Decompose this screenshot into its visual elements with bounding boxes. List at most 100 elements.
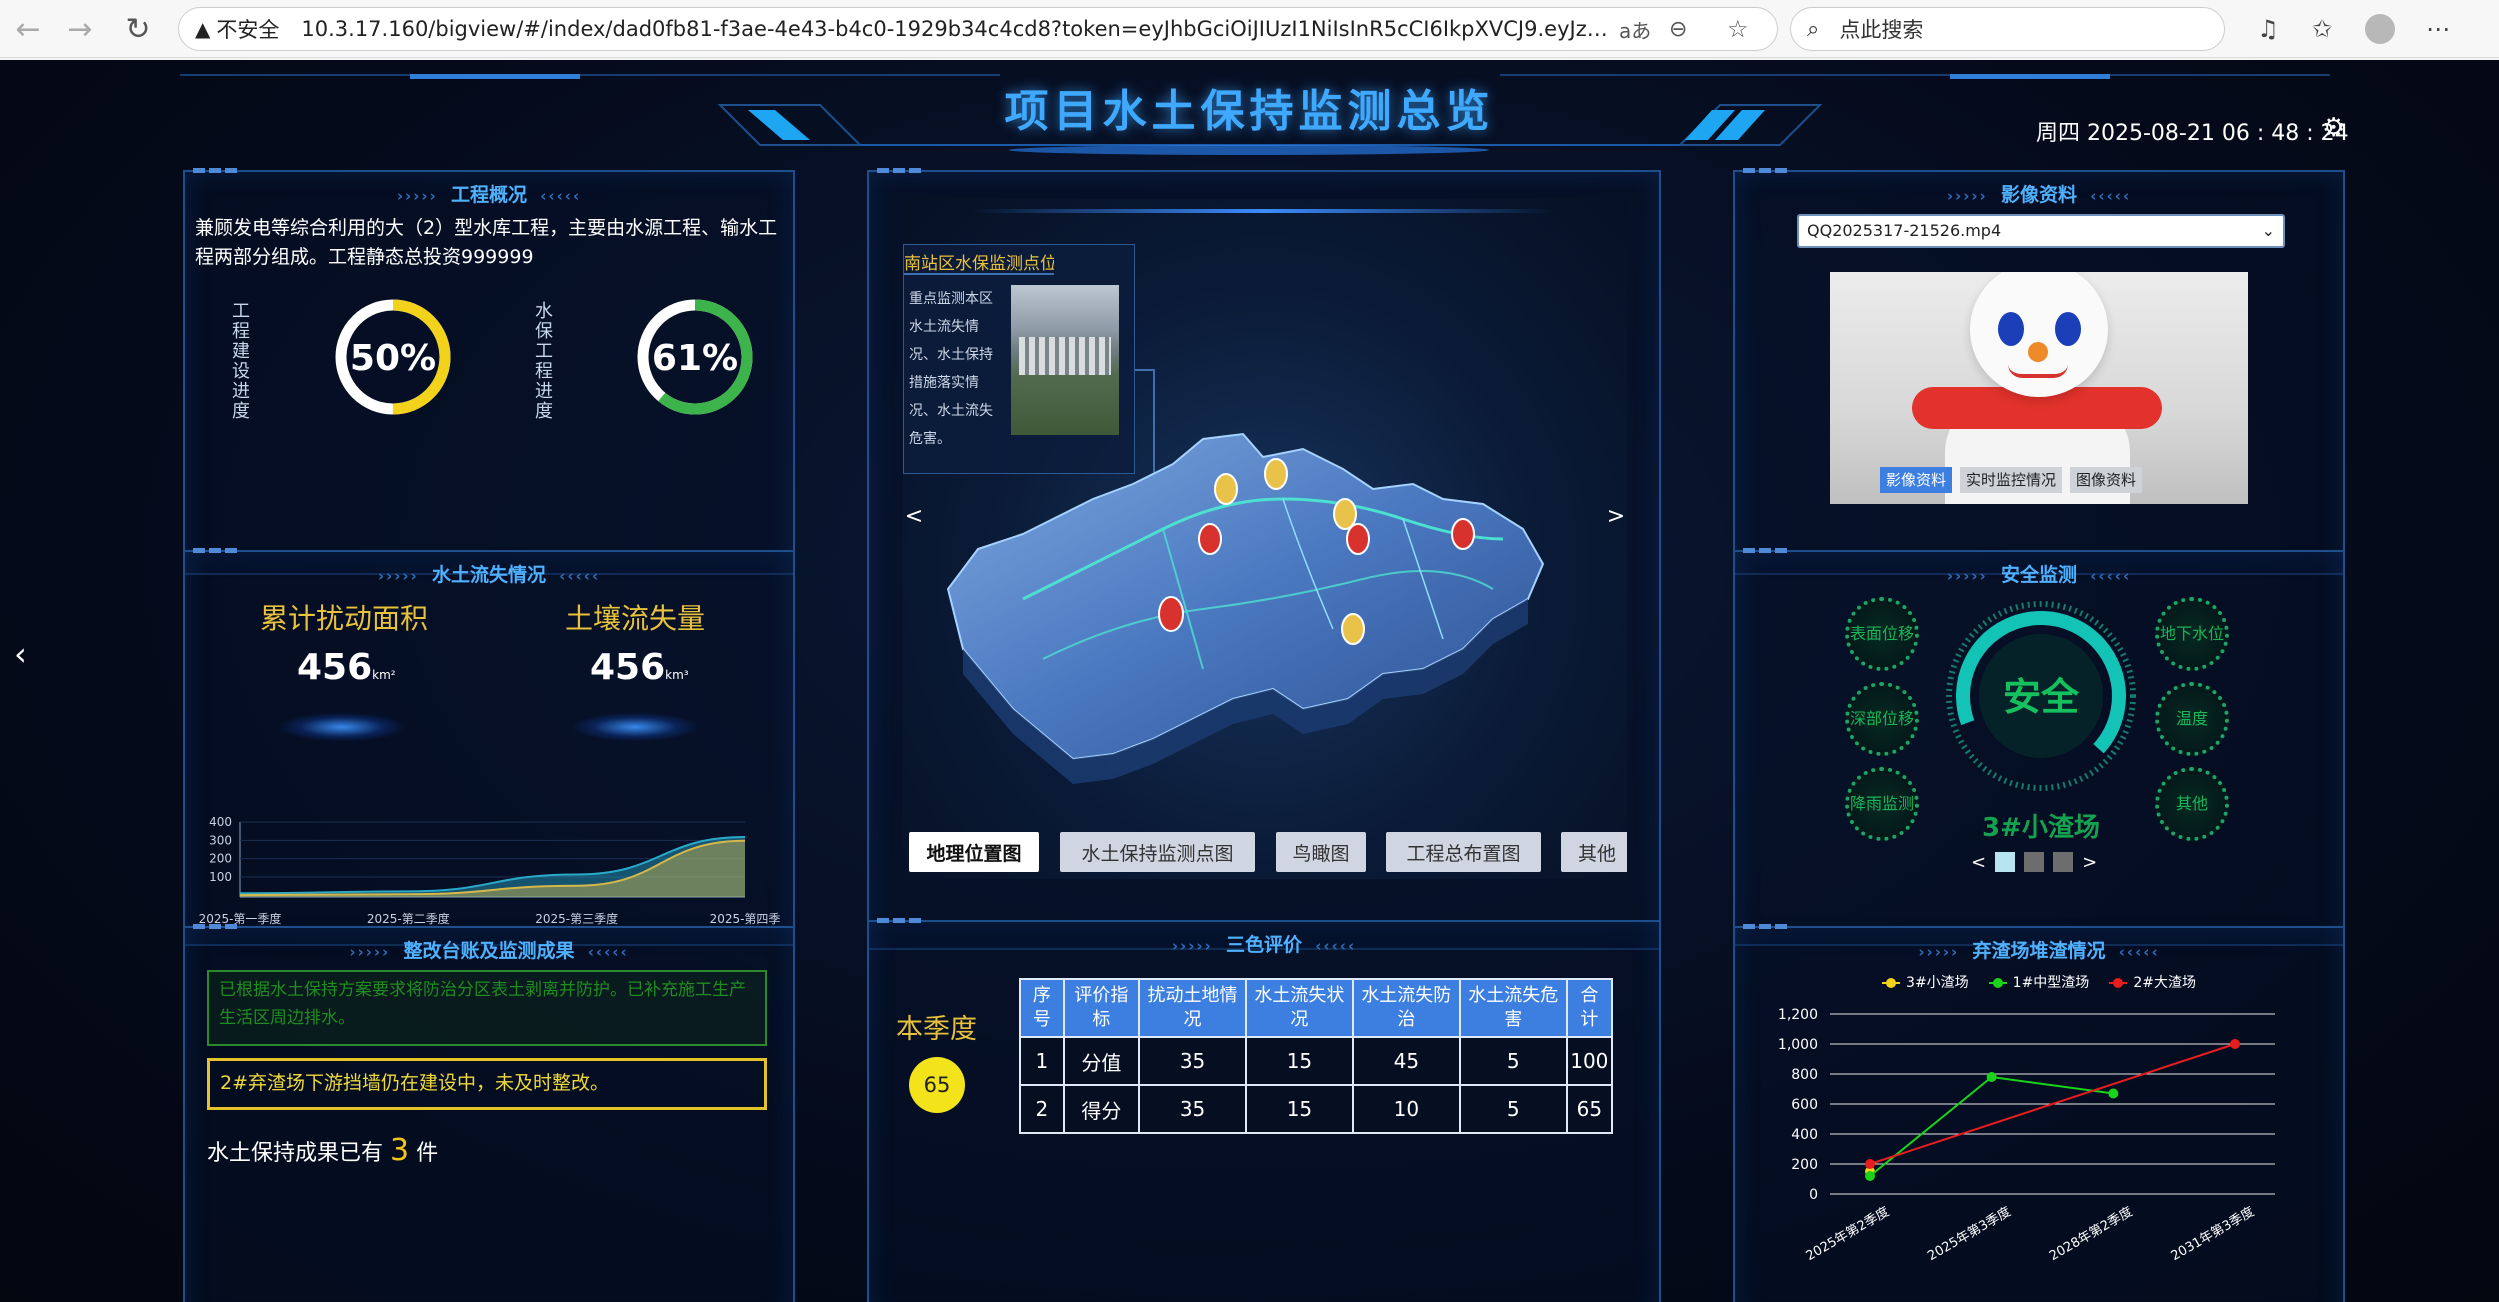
pager-dot-active[interactable] — [1995, 852, 2016, 872]
soil-loss-amount-value: 456km³ — [590, 647, 689, 688]
legend-label: 3#小渣场 — [1906, 975, 1969, 991]
rectify-notice-done: 已根据水土保持方案要求将防治分区表土剥离并防护。已补充施工生产生活区周边排水。 — [207, 970, 767, 1046]
result-count: 3 — [390, 1133, 410, 1168]
more-icon[interactable]: ⋯ — [2418, 9, 2458, 49]
construction-progress-value: 50% — [350, 338, 436, 379]
pager-dot[interactable] — [2053, 852, 2074, 872]
safety-item-deep-displacement[interactable]: 深部位移 — [1845, 682, 1919, 756]
legend-item[interactable]: 2#大渣场 — [2109, 975, 2196, 991]
media-panel: ››››› 影像资料 ‹‹‹‹‹ QQ2025317-21526.mp4 ⌄ 影… — [1733, 168, 2345, 575]
safety-site-name: 3#小渣场 — [1982, 813, 2100, 843]
spoil-title: 弃渣场堆渣情况 — [1972, 940, 2106, 962]
media-file-select[interactable]: QQ2025317-21526.mp4 ⌄ — [1797, 214, 2285, 248]
y-tick-label: 0 — [1809, 1187, 1818, 1203]
tab-media[interactable]: 影像资料 — [1880, 467, 1953, 493]
disturbed-area-unit: km² — [372, 668, 396, 682]
table-cell: 1 — [1019, 1036, 1065, 1086]
data-point — [2230, 1039, 2240, 1049]
y-tick-label: 1,200 — [1778, 1007, 1818, 1023]
back-icon[interactable]: ← — [4, 5, 52, 53]
tab-live-monitor[interactable]: 实时监控情况 — [1960, 467, 2063, 493]
safety-item-rainfall[interactable]: 降雨监测 — [1845, 767, 1919, 841]
result-summary: 水土保持成果已有 3 件 — [207, 1133, 438, 1168]
y-tick-label: 1,000 — [1778, 1037, 1818, 1053]
chevron-down-icon: ⌄ — [2261, 221, 2275, 240]
tab-location-map[interactable]: 地理位置图 — [909, 832, 1039, 872]
table-cell: 10 — [1351, 1084, 1461, 1134]
tri-color-panel: ››››› 三色评价 ‹‹‹‹‹ 本季度 65 序号 评价指标 扰动土地情况 水土流失… — [867, 918, 1661, 1302]
y-tick-label: 300 — [209, 833, 232, 847]
y-tick-label: 400 — [1791, 1127, 1818, 1143]
gear-icon[interactable]: ⚙ — [2322, 113, 2345, 143]
soil-loss-panel: ››››› 水土流失情况 ‹‹‹‹‹ 累计扰动面积 456km² 土壤流失量 4… — [183, 548, 795, 946]
table-cell: 65 — [1565, 1084, 1614, 1134]
forward-icon[interactable]: → — [56, 5, 104, 53]
favorites-icon[interactable]: ✩ — [2302, 9, 2342, 49]
datetime: 周四 2025-08-21 06 : 48 : 24 — [2036, 121, 2349, 146]
favorite-star-icon[interactable]: ☆ — [1727, 15, 1749, 43]
disturbed-area-value: 456km² — [297, 647, 396, 688]
result-prefix: 水土保持成果已有 — [207, 1141, 384, 1166]
search-input[interactable]: ⌕ 点此搜索 — [1790, 7, 2225, 51]
safety-item-other[interactable]: 其他 — [2155, 767, 2229, 841]
table-header-cell: 扰动土地情况 — [1138, 978, 1247, 1038]
overview-panel: ››››› 工程概况 ‹‹‹‹‹ 兼顾发电等综合利用的大（2）型水库工程，主要由… — [183, 168, 795, 575]
page-title: 项目水土保持监测总览 — [1004, 86, 1495, 137]
disturbed-area-number: 456 — [297, 647, 373, 688]
legend-label: 1#中型渣场 — [2012, 975, 2090, 991]
tab-monitoring-points[interactable]: 水土保持监测点图 — [1060, 832, 1255, 872]
soil-loss-title: 水土流失情况 — [431, 564, 546, 586]
x-tick-label: 2025年第2季度 — [1803, 1204, 1892, 1265]
zoom-icon[interactable]: ⊖ — [1669, 17, 1687, 42]
url-text[interactable]: 10.3.17.160/bigview/#/index/dad0fb81-f3a… — [301, 17, 1611, 41]
video-player[interactable]: 影像资料 实时监控情况 图像资料 — [1830, 272, 2248, 504]
legend-label: 2#大渣场 — [2133, 975, 2196, 991]
soil-loss-trend-chart: 4003002001002025-第一季度 2025-第二季度 2025-第三季度 2… — [199, 815, 781, 926]
y-tick-label: 200 — [209, 852, 232, 866]
y-tick-label: 800 — [1791, 1067, 1818, 1083]
soil-project-progress-ring: 61% — [637, 299, 753, 415]
table-cell: 35 — [1138, 1084, 1247, 1134]
terrain-map — [946, 432, 1545, 784]
table-header-cell: 水土流失状况 — [1244, 978, 1354, 1038]
pager-next[interactable]: > — [2082, 852, 2097, 873]
gauge-label-construction: 工程建设进度 — [232, 301, 250, 422]
construction-progress-ring: 50% — [335, 299, 451, 415]
pager-dot[interactable] — [2024, 852, 2045, 872]
avatar[interactable] — [2360, 9, 2400, 49]
legend-swatch — [1882, 978, 1901, 988]
result-suffix: 件 — [416, 1141, 439, 1166]
read-aloud-icon[interactable]: aあ — [1619, 15, 1651, 44]
tri-color-title: 三色评价 — [1225, 934, 1302, 956]
address-bar[interactable]: ▲ 不安全 10.3.17.160/bigview/#/index/dad0fb… — [178, 7, 1778, 51]
tab-other[interactable]: 其他 — [1561, 832, 1627, 872]
tab-images[interactable]: 图像资料 — [2070, 467, 2143, 493]
tab-aerial-view[interactable]: 鸟瞰图 — [1276, 832, 1366, 872]
tab-general-layout[interactable]: 工程总布置图 — [1386, 832, 1541, 872]
media-title: 影像资料 — [2000, 184, 2077, 206]
extension-icon[interactable]: ♫ — [2248, 9, 2288, 49]
search-placeholder: 点此搜索 — [1839, 18, 1924, 42]
safety-item-groundwater[interactable]: 地下水位 — [2155, 597, 2229, 671]
disturbed-area-label: 累计扰动面积 — [260, 602, 429, 635]
x-tick-label: 2025-第二季度 — [367, 911, 450, 926]
pager-prev[interactable]: < — [1971, 852, 1986, 873]
safety-status: 安全 — [2002, 675, 2079, 719]
legend-item[interactable]: 1#中型渣场 — [1988, 975, 2090, 991]
table-header-row: 序号 评价指标 扰动土地情况 水土流失状况 水土流失防治 水土流失危害 合计 — [1019, 978, 1614, 1038]
page-prev-icon[interactable]: ‹ — [14, 635, 27, 673]
mascot-eye — [1998, 312, 2024, 346]
mascot-eye — [2055, 312, 2081, 346]
table-cell: 15 — [1244, 1036, 1354, 1086]
map-prev-button[interactable]: < — [903, 504, 929, 529]
x-tick-label: 2025-第四季 — [710, 912, 781, 926]
rectify-title: 整改台账及监测成果 — [403, 940, 575, 962]
safety-item-temperature[interactable]: 温度 — [2155, 682, 2229, 756]
map-next-button[interactable]: > — [1601, 504, 1627, 529]
soil-loss-amount-unit: km³ — [665, 668, 689, 682]
refresh-icon[interactable]: ↻ — [114, 5, 162, 53]
legend-item[interactable]: 3#小渣场 — [1882, 975, 1969, 991]
table-header-cell: 水土流失危害 — [1458, 978, 1568, 1038]
dashboard: 项目水土保持监测总览 周四 2025-08-21 06 : 48 : 24 ⚙ … — [0, 60, 2499, 1302]
safety-item-surface-displacement[interactable]: 表面位移 — [1845, 597, 1919, 671]
